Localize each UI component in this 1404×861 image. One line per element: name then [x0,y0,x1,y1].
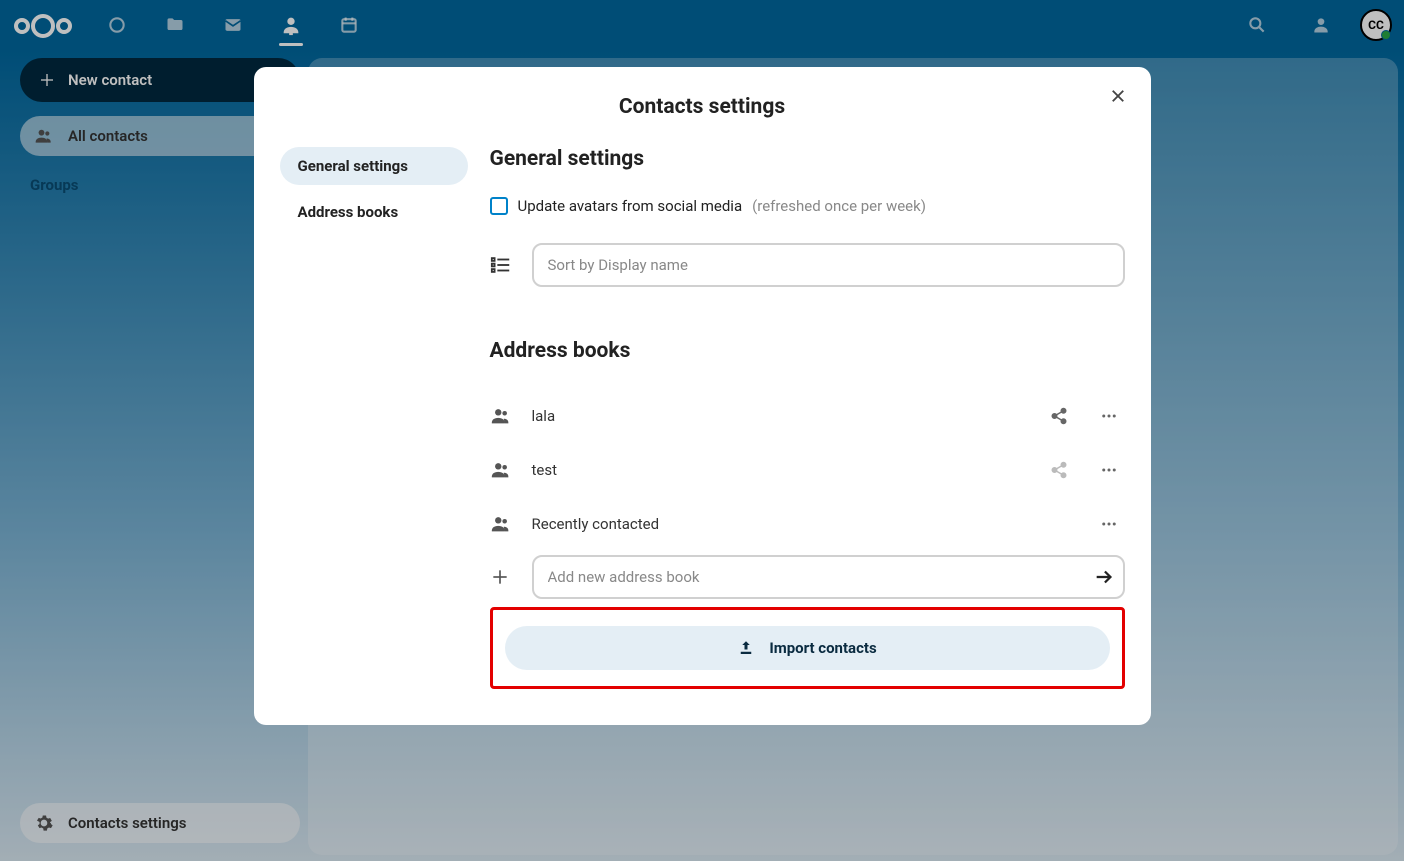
nav-address-books[interactable]: Address books [280,193,468,231]
modal-overlay[interactable]: Contacts settings General settings Addre… [0,0,1404,861]
import-contacts-button[interactable]: Import contacts [505,626,1110,670]
share-icon[interactable] [1043,461,1075,479]
add-address-book-input[interactable] [532,555,1125,599]
nav-general-settings[interactable]: General settings [280,147,468,185]
address-book-name: Recently contacted [532,515,1075,533]
modal-content: General settings Update avatars from soc… [480,147,1125,689]
import-label: Import contacts [769,639,876,657]
address-book-name: test [532,461,1025,479]
more-icon[interactable] [1093,515,1125,533]
checkbox-label: Update avatars from social media [518,197,743,215]
sort-input[interactable] [532,243,1125,287]
address-book-row: test [490,443,1125,497]
address-book-row: Recently contacted [490,497,1125,551]
section-address-title: Address books [490,339,1125,363]
add-address-book-row [490,555,1125,599]
share-icon[interactable] [1043,407,1075,425]
avatar-update-row: Update avatars from social media (refres… [490,197,1125,215]
avatar-update-checkbox[interactable] [490,197,508,215]
modal-title: Contacts settings [280,87,1125,147]
close-button[interactable] [1103,81,1133,111]
address-book-name: lala [532,407,1025,425]
list-icon [490,254,514,276]
submit-arrow-button[interactable] [1093,566,1115,588]
upload-icon [737,639,755,657]
arrow-right-icon [1093,566,1115,588]
people-icon [490,513,514,535]
sort-row [490,243,1125,287]
plus-icon [490,567,514,587]
settings-modal: Contacts settings General settings Addre… [254,67,1151,725]
people-icon [490,405,514,427]
people-icon [490,459,514,481]
section-general-title: General settings [490,147,1125,171]
import-highlight: Import contacts [490,607,1125,689]
checkbox-hint: (refreshed once per week) [752,197,926,215]
more-icon[interactable] [1093,461,1125,479]
close-icon [1109,87,1127,105]
more-icon[interactable] [1093,407,1125,425]
modal-nav: General settings Address books [280,147,480,689]
address-book-row: lala [490,389,1125,443]
